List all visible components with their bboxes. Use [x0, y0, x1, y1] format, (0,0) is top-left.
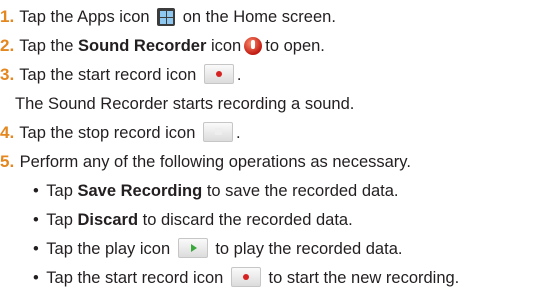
step-1: 1. Tap the Apps icon on the Home screen.	[0, 5, 336, 29]
bullet-marker: •	[33, 182, 39, 200]
step-text: .	[236, 66, 242, 84]
bullet-marker: •	[33, 269, 39, 287]
button-name: Save Recording	[77, 182, 203, 200]
bullet-item: • Tap Discard to discard the recorded da…	[33, 208, 353, 232]
bullet-text: Tap the play icon	[46, 240, 171, 258]
bullet-item: • Tap the play icon to play the recorded…	[33, 237, 402, 261]
bullet-text: to start the new recording.	[268, 269, 460, 287]
app-name: Sound Recorder	[78, 37, 207, 55]
step-number: 3.	[0, 65, 15, 84]
step-text: Tap the start record icon	[19, 66, 197, 84]
step-3: 3. Tap the start record icon .	[0, 63, 242, 87]
sound-recorder-icon	[244, 37, 263, 55]
step-text: to open.	[265, 37, 325, 55]
step-5: 5. Perform any of the following operatio…	[0, 150, 411, 174]
record-icon	[230, 267, 261, 287]
step-text: .	[236, 124, 241, 142]
step-number: 5.	[0, 152, 15, 171]
apps-grid-icon	[157, 8, 176, 26]
step-number: 2.	[0, 36, 15, 55]
step-text: Tap the stop record icon	[19, 124, 196, 142]
bullet-item: • Tap Save Recording to save the recorde…	[33, 179, 399, 203]
step-3-note: The Sound Recorder starts recording a so…	[15, 95, 355, 113]
bullet-text: to save the recorded data.	[206, 182, 399, 200]
step-text: icon	[210, 37, 242, 55]
step-2: 2. Tap the Sound Recorder icon to open.	[0, 34, 325, 58]
bullet-text: to discard the recorded data.	[142, 211, 353, 229]
button-name: Discard	[77, 211, 139, 229]
bullet-text: Tap	[46, 211, 73, 229]
bullet-text: Tap	[46, 182, 73, 200]
bullet-item: • Tap the start record icon to start the…	[33, 266, 459, 290]
step-text: on the Home screen.	[182, 8, 336, 26]
step-text: Perform any of the following operations …	[19, 153, 411, 171]
step-number: 1.	[0, 7, 15, 26]
instructions-document: 1. Tap the Apps icon on the Home screen.…	[0, 0, 542, 304]
step-text: Tap the	[19, 37, 74, 55]
play-icon	[177, 238, 208, 258]
record-icon	[203, 64, 234, 84]
stop-icon	[203, 122, 233, 142]
bullet-marker: •	[33, 240, 39, 258]
bullet-text: Tap the start record icon	[46, 269, 224, 287]
bullet-text: to play the recorded data.	[215, 240, 403, 258]
step-number: 4.	[0, 123, 15, 142]
step-4: 4. Tap the stop record icon .	[0, 121, 241, 145]
step-text: Tap the Apps icon	[19, 8, 150, 26]
bullet-marker: •	[33, 211, 39, 229]
